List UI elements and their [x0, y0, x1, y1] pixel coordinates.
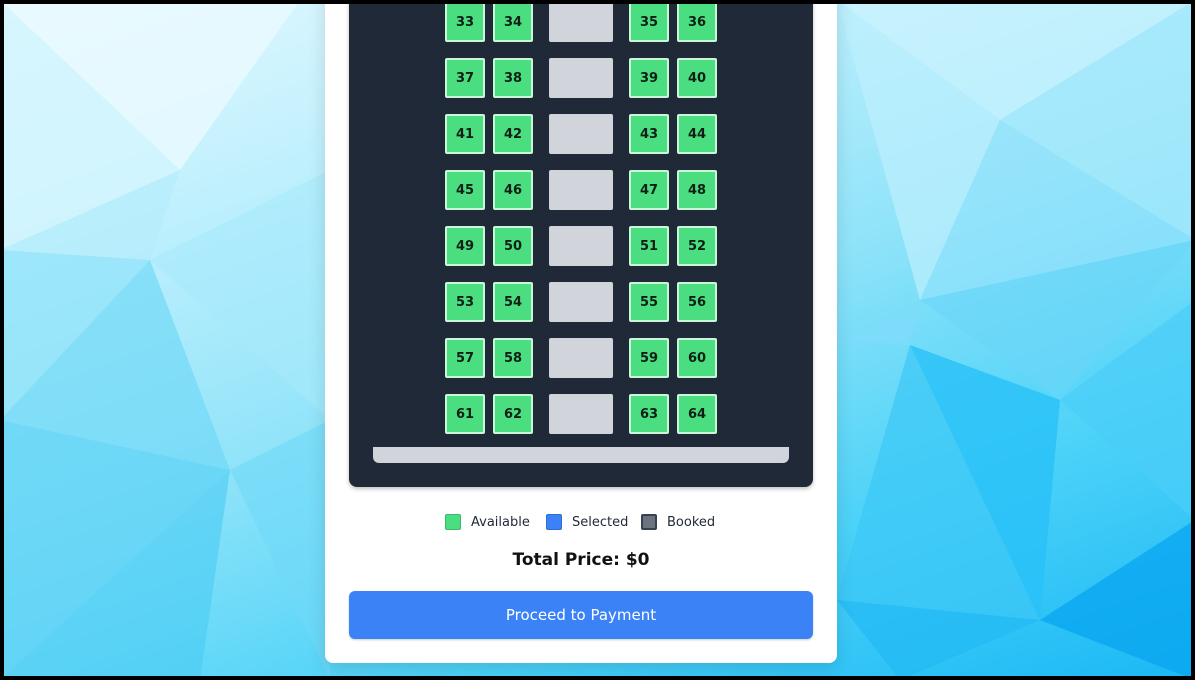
seat-40[interactable]: 40	[677, 58, 717, 98]
booking-card: 33 34 35 36 37 38 39 40 41 42 43 44 45 46 47 48 49 50 51 52…	[325, 0, 837, 663]
seat-58[interactable]: 58	[493, 338, 533, 378]
seat-55[interactable]: 55	[629, 282, 669, 322]
seat-61[interactable]: 61	[445, 394, 485, 434]
available-swatch	[445, 514, 461, 530]
aisle-block	[549, 394, 613, 434]
legend-available: Available	[445, 511, 530, 533]
legend-available-label: Available	[471, 514, 530, 530]
seat-62[interactable]: 62	[493, 394, 533, 434]
seat-legend: Available Selected Booked	[325, 511, 837, 533]
total-price: Total Price: $0	[512, 550, 650, 570]
legend-booked-label: Booked	[667, 514, 716, 530]
seat-45[interactable]: 45	[445, 170, 485, 210]
bus-seat-map: 33 34 35 36 37 38 39 40 41 42 43 44 45 46 47 48 49 50 51 52…	[349, 0, 813, 487]
seat-43[interactable]: 43	[629, 114, 669, 154]
seat-44[interactable]: 44	[677, 114, 717, 154]
aisle-block	[549, 226, 613, 266]
seat-row: 61 62 63 64	[349, 394, 813, 434]
seat-row: 45 46 47 48	[349, 170, 813, 210]
seat-57[interactable]: 57	[445, 338, 485, 378]
legend-selected: Selected	[546, 511, 628, 533]
aisle-block	[549, 2, 613, 42]
seat-34[interactable]: 34	[493, 2, 533, 42]
seat-row: 37 38 39 40	[349, 58, 813, 98]
seat-33[interactable]: 33	[445, 2, 485, 42]
aisle-block	[549, 170, 613, 210]
seat-52[interactable]: 52	[677, 226, 717, 266]
seat-35[interactable]: 35	[629, 2, 669, 42]
seat-row: 33 34 35 36	[349, 2, 813, 42]
seat-41[interactable]: 41	[445, 114, 485, 154]
seat-64[interactable]: 64	[677, 394, 717, 434]
seat-47[interactable]: 47	[629, 170, 669, 210]
selected-swatch	[546, 514, 562, 530]
seat-54[interactable]: 54	[493, 282, 533, 322]
seat-36[interactable]: 36	[677, 2, 717, 42]
proceed-to-payment-button[interactable]: Proceed to Payment	[349, 591, 813, 639]
seat-46[interactable]: 46	[493, 170, 533, 210]
bus-rear-row-bar	[373, 447, 789, 463]
aisle-block	[549, 282, 613, 322]
booked-swatch	[641, 514, 657, 530]
seat-row: 57 58 59 60	[349, 338, 813, 378]
seat-42[interactable]: 42	[493, 114, 533, 154]
seat-56[interactable]: 56	[677, 282, 717, 322]
seat-51[interactable]: 51	[629, 226, 669, 266]
seat-63[interactable]: 63	[629, 394, 669, 434]
seat-53[interactable]: 53	[445, 282, 485, 322]
seat-37[interactable]: 37	[445, 58, 485, 98]
legend-selected-label: Selected	[572, 514, 629, 530]
aisle-block	[549, 58, 613, 98]
legend-booked: Booked	[641, 511, 715, 533]
seat-row: 53 54 55 56	[349, 282, 813, 322]
seat-row: 49 50 51 52	[349, 226, 813, 266]
seat-39[interactable]: 39	[629, 58, 669, 98]
seat-38[interactable]: 38	[493, 58, 533, 98]
aisle-block	[549, 338, 613, 378]
seat-59[interactable]: 59	[629, 338, 669, 378]
seat-50[interactable]: 50	[493, 226, 533, 266]
seat-49[interactable]: 49	[445, 226, 485, 266]
seat-60[interactable]: 60	[677, 338, 717, 378]
seat-48[interactable]: 48	[677, 170, 717, 210]
aisle-block	[549, 114, 613, 154]
seat-row: 41 42 43 44	[349, 114, 813, 154]
